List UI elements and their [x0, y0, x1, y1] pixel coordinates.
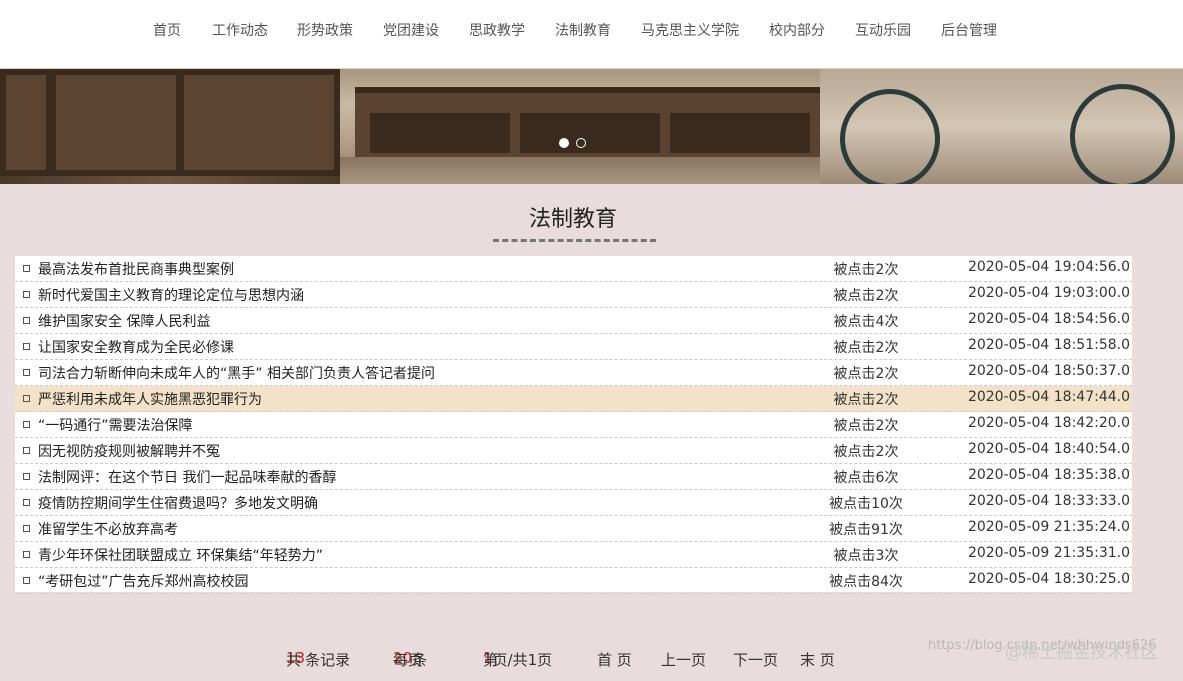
bullet-icon [23, 395, 30, 402]
nav-item-work-news[interactable]: 工作动态 [212, 20, 268, 40]
bullet-icon [23, 577, 30, 584]
page-title: 法制教育 [528, 207, 617, 232]
per-page: 每页 20 条 [393, 649, 428, 669]
click-count: 被点击2次 [833, 366, 899, 382]
publish-date: 2020-05-04 18:40:54.0 [967, 441, 1130, 457]
banner-cabinet-image [355, 87, 825, 163]
click-count: 被点击2次 [833, 262, 899, 278]
publish-date: 2020-05-04 18:30:25.0 [967, 571, 1130, 587]
banner-shelf-image [0, 69, 340, 184]
article-row[interactable]: “考研包过”广告充斥郑州高校校园 被点击84次 2020-05-04 18:30:2… [15, 568, 1132, 594]
bullet-icon [23, 265, 30, 272]
prev-page-link[interactable]: 上一页 [661, 649, 706, 670]
top-nav: 首页 工作动态 形势政策 党团建设 思政教学 法制教育 马克思主义学院 校内部分… [0, 0, 1183, 69]
last-page-link[interactable]: 末 页 [800, 649, 835, 670]
watermark-brand: @稀土掘金技术社区 [1005, 643, 1158, 663]
title-divider [493, 239, 656, 242]
publish-date: 2020-05-04 18:35:38.0 [967, 467, 1130, 483]
nav-list: 首页 工作动态 形势政策 党团建设 思政教学 法制教育 马克思主义学院 校内部分… [0, 0, 1183, 58]
article-row[interactable]: 严惩利用未成年人实施黑恶犯罪行为 被点击2次 2020-05-04 18:47:44… [15, 386, 1132, 412]
click-count: 被点击3次 [833, 548, 899, 564]
nav-item-law-education[interactable]: 法制教育 [555, 20, 611, 40]
publish-date: 2020-05-04 18:47:44.0 [967, 389, 1130, 405]
publish-date: 2020-05-04 18:50:37.0 [967, 363, 1130, 379]
bullet-icon [23, 291, 30, 298]
bullet-icon [23, 317, 30, 324]
click-count: 被点击6次 [833, 470, 899, 486]
publish-date: 2020-05-04 18:51:58.0 [967, 337, 1130, 353]
nav-item-interactive[interactable]: 互动乐园 [855, 20, 911, 40]
nav-item-marxism-school[interactable]: 马克思主义学院 [641, 20, 739, 40]
click-count: 被点击4次 [833, 314, 899, 330]
article-row[interactable]: 最高法发布首批民商事典型案例 被点击2次 2020-05-04 19:04:56.0 [15, 256, 1132, 282]
article-list: 最高法发布首批民商事典型案例 被点击2次 2020-05-04 19:04:56.0… [15, 256, 1132, 594]
article-row[interactable]: 疫情防控期间学生住宿费退吗？多地发文明确 被点击10次 2020-05-04 18:… [15, 490, 1132, 516]
click-count: 被点击2次 [833, 288, 899, 304]
article-title-link[interactable]: 因无视防疫规则被解聘并不冤 [38, 441, 220, 461]
article-title-link[interactable]: 严惩利用未成年人实施黑恶犯罪行为 [38, 389, 262, 409]
bullet-icon [23, 499, 30, 506]
article-title-link[interactable]: 新时代爱国主义教育的理论定位与思想内涵 [38, 285, 304, 305]
bullet-icon [23, 447, 30, 454]
bullet-icon [23, 525, 30, 532]
article-row[interactable]: 法制网评：在这个节日 我们一起品味奉献的香醇 被点击6次 2020-05-04 18… [15, 464, 1132, 490]
publish-date: 2020-05-09 21:35:24.0 [967, 519, 1130, 535]
publish-date: 2020-05-04 19:04:56.0 [967, 259, 1130, 275]
publish-date: 2020-05-09 21:35:31.0 [967, 545, 1130, 561]
article-row[interactable]: 新时代爱国主义教育的理论定位与思想内涵 被点击2次 2020-05-04 19:03… [15, 282, 1132, 308]
article-title-link[interactable]: 维护国家安全 保障人民利益 [38, 311, 210, 331]
publish-date: 2020-05-04 18:33:33.0 [967, 493, 1130, 509]
nav-item-policy[interactable]: 形势政策 [297, 20, 353, 40]
article-row[interactable]: 准留学生不必放弃高考 被点击91次 2020-05-09 21:35:24.0 [15, 516, 1132, 542]
click-count: 被点击10次 [829, 496, 903, 512]
article-title-link[interactable]: 疫情防控期间学生住宿费退吗？多地发文明确 [38, 493, 318, 513]
article-title-link[interactable]: 青少年环保社团联盟成立 环保集结“年轻势力” [38, 545, 323, 565]
first-page-link[interactable]: 首 页 [597, 649, 632, 670]
nav-item-party[interactable]: 党团建设 [383, 20, 439, 40]
article-title-link[interactable]: “考研包过”广告充斥郑州高校校园 [38, 571, 249, 591]
nav-item-campus[interactable]: 校内部分 [769, 20, 825, 40]
carousel-dot-1[interactable] [559, 138, 569, 148]
article-row[interactable]: 因无视防疫规则被解聘并不冤 被点击2次 2020-05-04 18:40:54.0 [15, 438, 1132, 464]
article-row[interactable]: 司法合力斩断伸向未成年人的“黑手” 相关部门负责人答记者提问 被点击2次 2020-… [15, 360, 1132, 386]
carousel-dots [559, 138, 589, 150]
article-title-link[interactable]: 最高法发布首批民商事典型案例 [38, 259, 234, 279]
banner-carousel[interactable] [0, 69, 1183, 184]
carousel-dot-2[interactable] [576, 138, 586, 148]
click-count: 被点击2次 [833, 444, 899, 460]
article-title-link[interactable]: 法制网评：在这个节日 我们一起品味奉献的香醇 [38, 467, 336, 487]
nav-item-teaching[interactable]: 思政教学 [469, 20, 525, 40]
article-title-link[interactable]: “一码通行”需要法治保障 [38, 415, 193, 435]
article-row[interactable]: “一码通行”需要法治保障 被点击2次 2020-05-04 18:42:20.0 [15, 412, 1132, 438]
nav-item-admin[interactable]: 后台管理 [941, 20, 997, 40]
publish-date: 2020-05-04 18:54:56.0 [967, 311, 1130, 327]
publish-date: 2020-05-04 18:42:20.0 [967, 415, 1130, 431]
total-records: 共 13 条记录 [286, 649, 351, 669]
bullet-icon [23, 551, 30, 558]
click-count: 被点击84次 [829, 574, 903, 590]
article-row[interactable]: 青少年环保社团联盟成立 环保集结“年轻势力” 被点击3次 2020-05-09 21… [15, 542, 1132, 568]
bullet-icon [23, 473, 30, 480]
click-count: 被点击2次 [833, 418, 899, 434]
article-title-link[interactable]: 司法合力斩断伸向未成年人的“黑手” 相关部门负责人答记者提问 [38, 363, 435, 383]
click-count: 被点击2次 [833, 340, 899, 356]
article-row[interactable]: 维护国家安全 保障人民利益 被点击4次 2020-05-04 18:54:56.0 [15, 308, 1132, 334]
article-title-link[interactable]: 让国家安全教育成为全民必修课 [38, 337, 234, 357]
click-count: 被点击2次 [833, 392, 899, 408]
article-title-link[interactable]: 准留学生不必放弃高考 [38, 519, 178, 539]
banner-bicycle-image [820, 69, 1183, 184]
bullet-icon [23, 421, 30, 428]
publish-date: 2020-05-04 19:03:00.0 [967, 285, 1130, 301]
nav-item-home[interactable]: 首页 [153, 20, 181, 40]
click-count: 被点击91次 [829, 522, 903, 538]
next-page-link[interactable]: 下一页 [733, 649, 778, 670]
page-info: 第 1 页/共1页 [483, 649, 553, 669]
article-row[interactable]: 让国家安全教育成为全民必修课 被点击2次 2020-05-04 18:51:58.0 [15, 334, 1132, 360]
bullet-icon [23, 369, 30, 376]
bullet-icon [23, 343, 30, 350]
